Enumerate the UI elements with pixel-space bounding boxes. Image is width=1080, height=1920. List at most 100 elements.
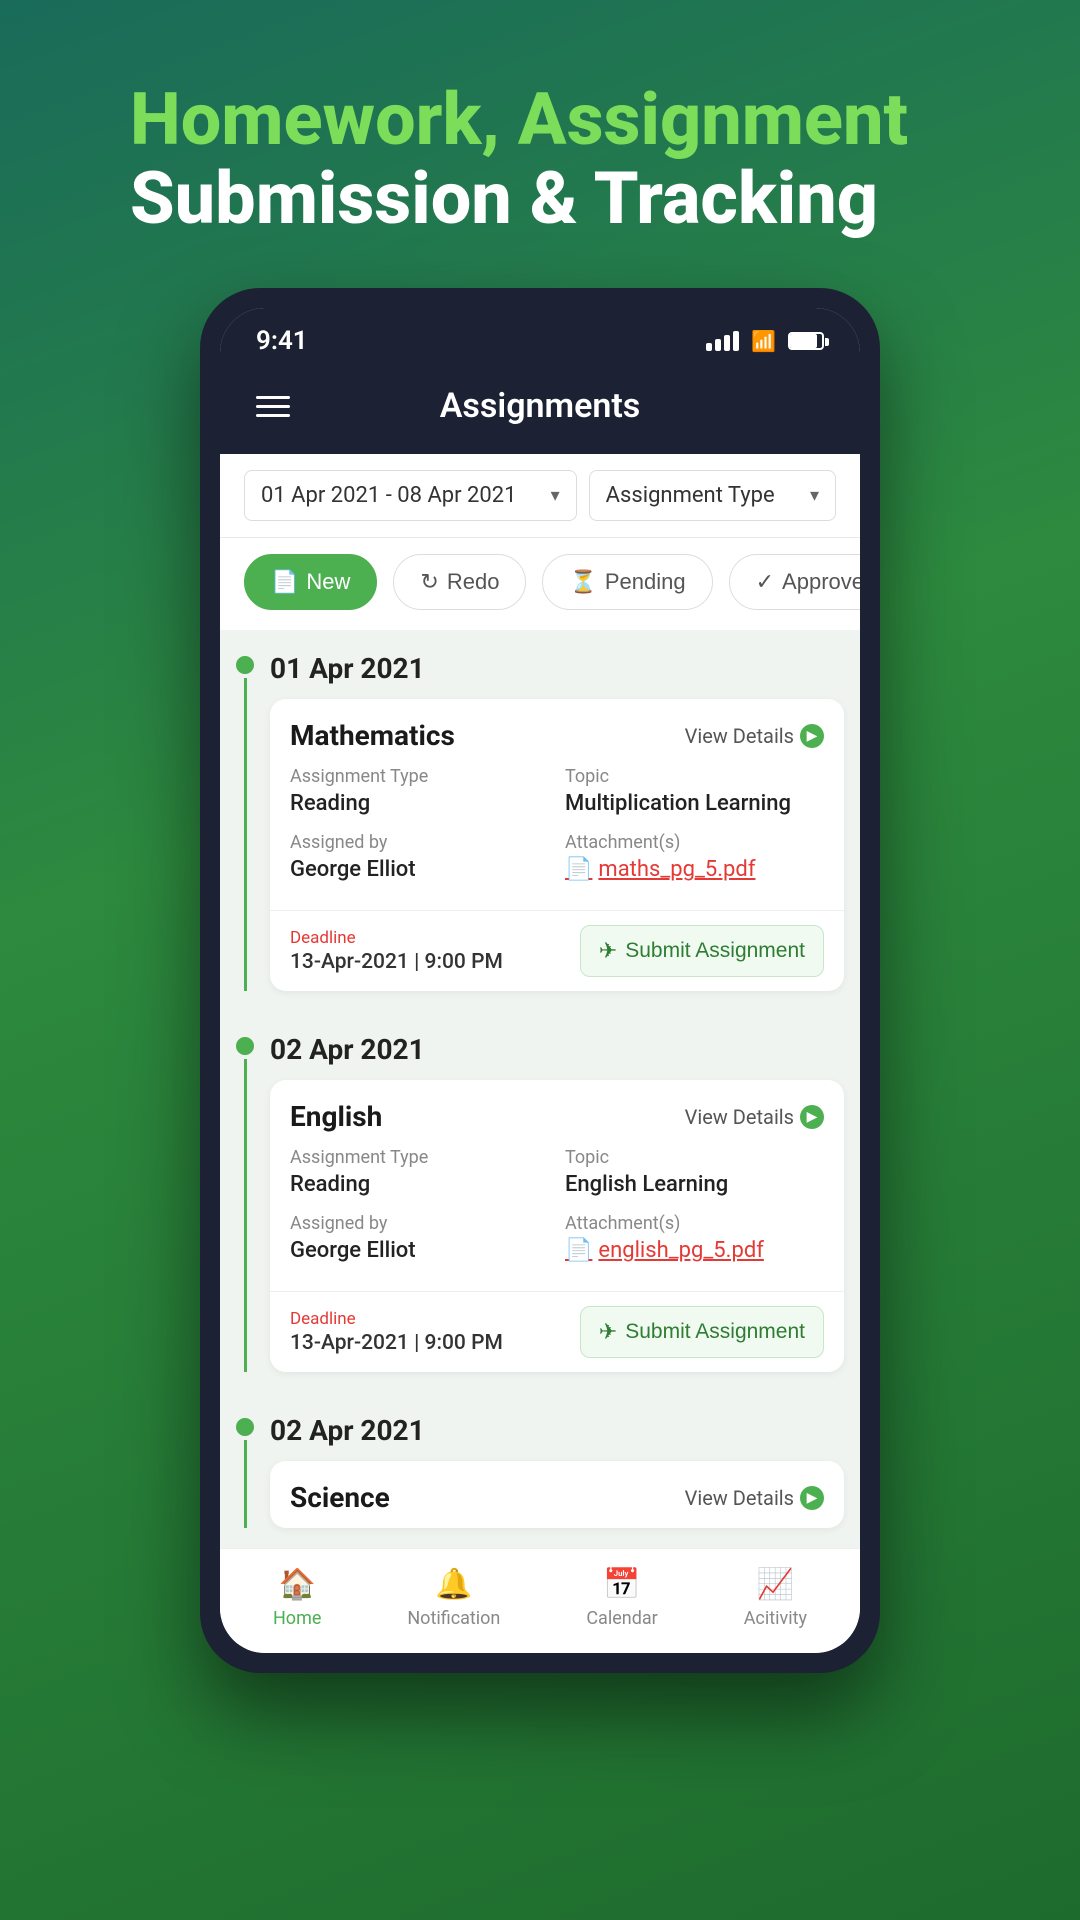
field-assignment-type-english: Assignment Type Reading <box>290 1147 549 1197</box>
nav-activity-label: Acitivity <box>744 1608 807 1629</box>
timeline-line-2 <box>244 1059 247 1372</box>
deadline-label-math: Deadline <box>290 928 503 948</box>
field-assigned-by-english: Assigned by George Elliot <box>290 1213 549 1263</box>
nav-notification-label: Notification <box>407 1608 500 1629</box>
view-details-science-label: View Details <box>685 1486 794 1510</box>
date-content-2: 02 Apr 2021 English View Details ▶ <box>270 1031 860 1372</box>
nav-activity[interactable]: 📈 Acitivity <box>744 1567 807 1629</box>
timeline-line-1 <box>244 678 247 991</box>
deadline-value-math: 13-Apr-2021 | 9:00 PM <box>290 950 503 974</box>
card-header-math: Mathematics View Details ▶ <box>270 699 844 766</box>
date-range-filter[interactable]: 01 Apr 2021 - 08 Apr 2021 ▾ <box>244 470 577 521</box>
timeline-col-2 <box>220 1031 270 1372</box>
date-content-1: 01 Apr 2021 Mathematics View Details ▶ <box>270 650 860 991</box>
nav-calendar-label: Calendar <box>586 1608 657 1629</box>
field-attachments-english: Attachment(s) 📄 english_pg_5.pdf <box>565 1213 824 1263</box>
deadline-value-english: 13-Apr-2021 | 9:00 PM <box>290 1331 503 1355</box>
attachments-label-english: Attachment(s) <box>565 1213 824 1234</box>
card-header-science: Science View Details ▶ <box>270 1461 844 1528</box>
pdf-icon-english: 📄 <box>565 1238 592 1263</box>
hero-line1: Homework, Assignment <box>130 80 950 159</box>
date-label-2: 02 Apr 2021 <box>270 1031 844 1066</box>
date-group-1: 01 Apr 2021 Mathematics View Details ▶ <box>220 630 860 1011</box>
field-topic-english: Topic English Learning <box>565 1147 824 1197</box>
assignment-type-value-math: Reading <box>290 791 370 816</box>
submit-label-english: Submit Assignment <box>625 1320 805 1344</box>
assignment-type-label: Assignment Type <box>606 483 775 508</box>
nav-home-label: Home <box>273 1608 321 1629</box>
wifi-icon: 📶 <box>751 329 776 353</box>
timeline-dot-3 <box>236 1418 254 1436</box>
phone-inner: 9:41 📶 Assignments <box>220 308 860 1653</box>
assignment-type-filter[interactable]: Assignment Type ▾ <box>589 470 836 521</box>
calendar-icon: 📅 <box>603 1567 640 1602</box>
field-attachments-math: Attachment(s) 📄 maths_pg_5.pdf <box>565 832 824 882</box>
redo-tab-icon: ↻ <box>420 569 438 595</box>
subject-math: Mathematics <box>290 719 455 752</box>
timeline-line-3 <box>244 1440 247 1528</box>
phone-frame: 9:41 📶 Assignments <box>200 288 880 1673</box>
tab-pending[interactable]: ⏳ Pending <box>542 554 712 610</box>
assignment-type-label-math: Assignment Type <box>290 766 549 787</box>
tab-approved-label: Approved <box>782 569 860 595</box>
date-group-2: 02 Apr 2021 English View Details ▶ <box>220 1011 860 1392</box>
card-footer-english: Deadline 13-Apr-2021 | 9:00 PM ✈ Submit … <box>270 1291 844 1372</box>
field-topic-math: Topic Multiplication Learning <box>565 766 824 816</box>
view-details-math[interactable]: View Details ▶ <box>685 724 824 748</box>
content-area: 01 Apr 2021 Mathematics View Details ▶ <box>220 630 860 1548</box>
timeline-col-1 <box>220 650 270 991</box>
submit-btn-english[interactable]: ✈ Submit Assignment <box>580 1306 824 1358</box>
assigned-by-value-english: George Elliot <box>290 1238 416 1263</box>
assignment-type-label-english: Assignment Type <box>290 1147 549 1168</box>
date-dropdown-arrow: ▾ <box>551 485 560 506</box>
view-details-science[interactable]: View Details ▶ <box>685 1486 824 1510</box>
tab-new-label: New <box>306 569 350 595</box>
battery-icon <box>788 332 824 350</box>
timeline-dot-1 <box>236 656 254 674</box>
tab-approved[interactable]: ✓ Approved <box>729 554 860 610</box>
card-footer-math: Deadline 13-Apr-2021 | 9:00 PM ✈ Submit … <box>270 910 844 991</box>
view-details-english-arrow: ▶ <box>800 1105 824 1129</box>
deadline-english: Deadline 13-Apr-2021 | 9:00 PM <box>290 1309 503 1355</box>
menu-icon[interactable] <box>256 396 290 417</box>
attachment-link-math[interactable]: 📄 maths_pg_5.pdf <box>565 857 824 882</box>
attachment-link-english[interactable]: 📄 english_pg_5.pdf <box>565 1238 824 1263</box>
card-body-english: Assignment Type Reading Topic English Le… <box>270 1147 844 1291</box>
assignment-card-math: Mathematics View Details ▶ Assignment Ty… <box>270 699 844 991</box>
date-range-label: 01 Apr 2021 - 08 Apr 2021 <box>261 483 517 508</box>
date-group-3: 02 Apr 2021 Science View Details ▶ <box>220 1392 860 1528</box>
tab-new[interactable]: 📄 New <box>244 554 377 610</box>
tab-bar: 📄 New ↻ Redo ⏳ Pending ✓ Approved <box>220 538 860 630</box>
topic-label-english: Topic <box>565 1147 824 1168</box>
date-label-3: 02 Apr 2021 <box>270 1412 844 1447</box>
nav-notification[interactable]: 🔔 Notification <box>407 1567 500 1629</box>
submit-icon-english: ✈ <box>599 1319 617 1345</box>
timeline-dot-2 <box>236 1037 254 1055</box>
attachment-file-math: maths_pg_5.pdf <box>598 857 755 882</box>
view-details-science-arrow: ▶ <box>800 1486 824 1510</box>
attachments-label-math: Attachment(s) <box>565 832 824 853</box>
new-tab-icon: 📄 <box>271 569 298 595</box>
field-assignment-type-math: Assignment Type Reading <box>290 766 549 816</box>
view-details-english[interactable]: View Details ▶ <box>685 1105 824 1129</box>
filter-bar: 01 Apr 2021 - 08 Apr 2021 ▾ Assignment T… <box>220 454 860 538</box>
nav-calendar[interactable]: 📅 Calendar <box>586 1567 657 1629</box>
card-grid-math: Assignment Type Reading Topic Multiplica… <box>290 766 824 882</box>
assignment-card-science: Science View Details ▶ <box>270 1461 844 1528</box>
submit-icon-math: ✈ <box>599 938 617 964</box>
topic-value-english: English Learning <box>565 1172 728 1197</box>
nav-home[interactable]: 🏠 Home <box>273 1567 321 1629</box>
assigned-by-label-math: Assigned by <box>290 832 549 853</box>
pdf-icon-math: 📄 <box>565 857 592 882</box>
signal-icon <box>706 331 739 351</box>
activity-icon: 📈 <box>757 1567 794 1602</box>
type-dropdown-arrow: ▾ <box>810 485 819 506</box>
tab-redo[interactable]: ↻ Redo <box>393 554 526 610</box>
assignment-type-value-english: Reading <box>290 1172 370 1197</box>
submit-label-math: Submit Assignment <box>625 939 805 963</box>
submit-btn-math[interactable]: ✈ Submit Assignment <box>580 925 824 977</box>
topic-label-math: Topic <box>565 766 824 787</box>
approved-tab-icon: ✓ <box>756 569 774 595</box>
field-assigned-by-math: Assigned by George Elliot <box>290 832 549 882</box>
date-label-1: 01 Apr 2021 <box>270 650 844 685</box>
